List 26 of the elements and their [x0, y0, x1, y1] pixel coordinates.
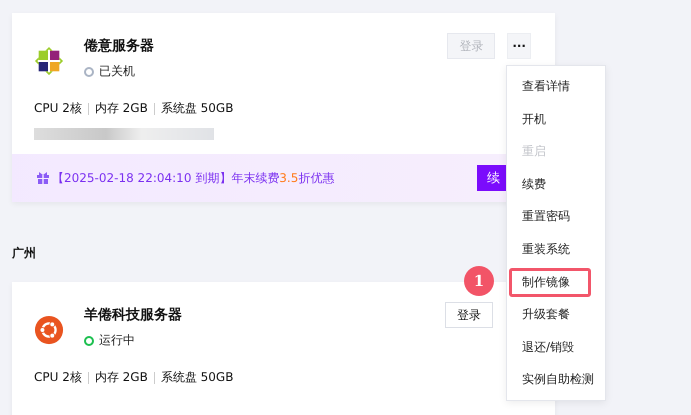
pinwheel-logo-icon [34, 46, 64, 76]
more-button[interactable]: ··· [507, 33, 531, 59]
spec-text: 系统盘 50GB [160, 369, 234, 386]
step-badge: 1 [464, 266, 494, 296]
status-text: 已关机 [99, 63, 135, 80]
menu-item[interactable]: 重置密码 [509, 202, 603, 232]
gift-icon [36, 171, 50, 185]
login-button[interactable]: 登录 [445, 302, 493, 328]
spec-text: 内存 2GB [94, 100, 148, 117]
menu-item[interactable]: 升级套餐 [509, 300, 603, 330]
menu-item[interactable]: 制作镜像 [509, 268, 591, 297]
server-name: 倦意服务器 [84, 37, 154, 55]
promo-text: 【2025-02-18 22:04:10 到期】年末续费3.5折优惠 [52, 170, 334, 186]
server-name: 羊倦科技服务器 [84, 306, 182, 324]
menu-item[interactable]: 重装系统 [509, 234, 603, 264]
spec-text: CPU 2核 [34, 100, 82, 117]
spec-text: CPU 2核 [34, 369, 82, 386]
spec-text: 系统盘 50GB [160, 100, 234, 117]
menu-item[interactable]: 实例自助检测 [509, 365, 603, 394]
status-text: 运行中 [99, 332, 135, 349]
region-heading: 广州 [12, 245, 36, 262]
menu-item[interactable]: 退还/销毁 [509, 332, 603, 362]
menu-item[interactable]: 查看详情 [509, 72, 603, 101]
menu-item[interactable]: 开机 [509, 104, 603, 134]
spec-text: 内存 2GB [94, 369, 148, 386]
ubuntu-logo-icon [34, 315, 64, 345]
